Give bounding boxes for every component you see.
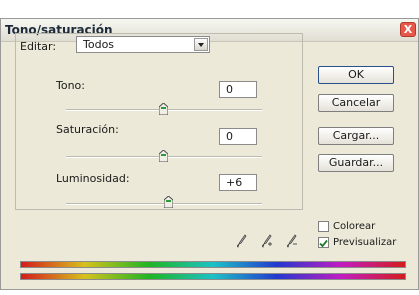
save-button[interactable]: Guardar... <box>318 154 394 172</box>
edit-dropdown-value: Todos <box>83 38 115 51</box>
ok-button[interactable]: OK <box>318 66 394 84</box>
hue-slider-thumb[interactable] <box>159 103 168 115</box>
saturation-label: Saturación: <box>56 123 119 136</box>
input-spectrum-bar <box>21 262 405 267</box>
eyedropper-icon[interactable] <box>236 234 247 248</box>
output-spectrum-bar <box>21 274 405 279</box>
saturation-slider-thumb[interactable] <box>159 150 168 162</box>
close-button[interactable]: X <box>400 22 416 37</box>
saturation-value: 0 <box>226 130 233 143</box>
preview-label: Previsualizar <box>333 237 397 248</box>
lightness-slider-thumb[interactable] <box>164 196 173 208</box>
cancel-button[interactable]: Cancelar <box>318 94 394 112</box>
edit-label: Editar: <box>20 40 57 53</box>
eyedropper-minus-icon[interactable] <box>286 234 297 248</box>
colorize-checkbox[interactable] <box>318 221 329 232</box>
lightness-value: +6 <box>226 176 243 189</box>
lightness-label: Luminosidad: <box>56 172 130 185</box>
load-button[interactable]: Cargar... <box>318 127 394 145</box>
hue-value: 0 <box>226 83 233 96</box>
chevron-down-icon[interactable] <box>194 38 208 51</box>
lightness-input[interactable]: +6 <box>219 174 257 191</box>
edit-dropdown[interactable]: Todos <box>76 36 210 53</box>
saturation-input[interactable]: 0 <box>219 128 257 145</box>
eyedropper-plus-icon[interactable] <box>261 234 272 248</box>
colorize-label: Colorear <box>333 221 376 232</box>
hue-input[interactable]: 0 <box>219 81 257 98</box>
hue-label: Tono: <box>56 79 85 92</box>
checkmark-icon <box>319 239 328 248</box>
preview-checkbox[interactable] <box>318 237 329 248</box>
